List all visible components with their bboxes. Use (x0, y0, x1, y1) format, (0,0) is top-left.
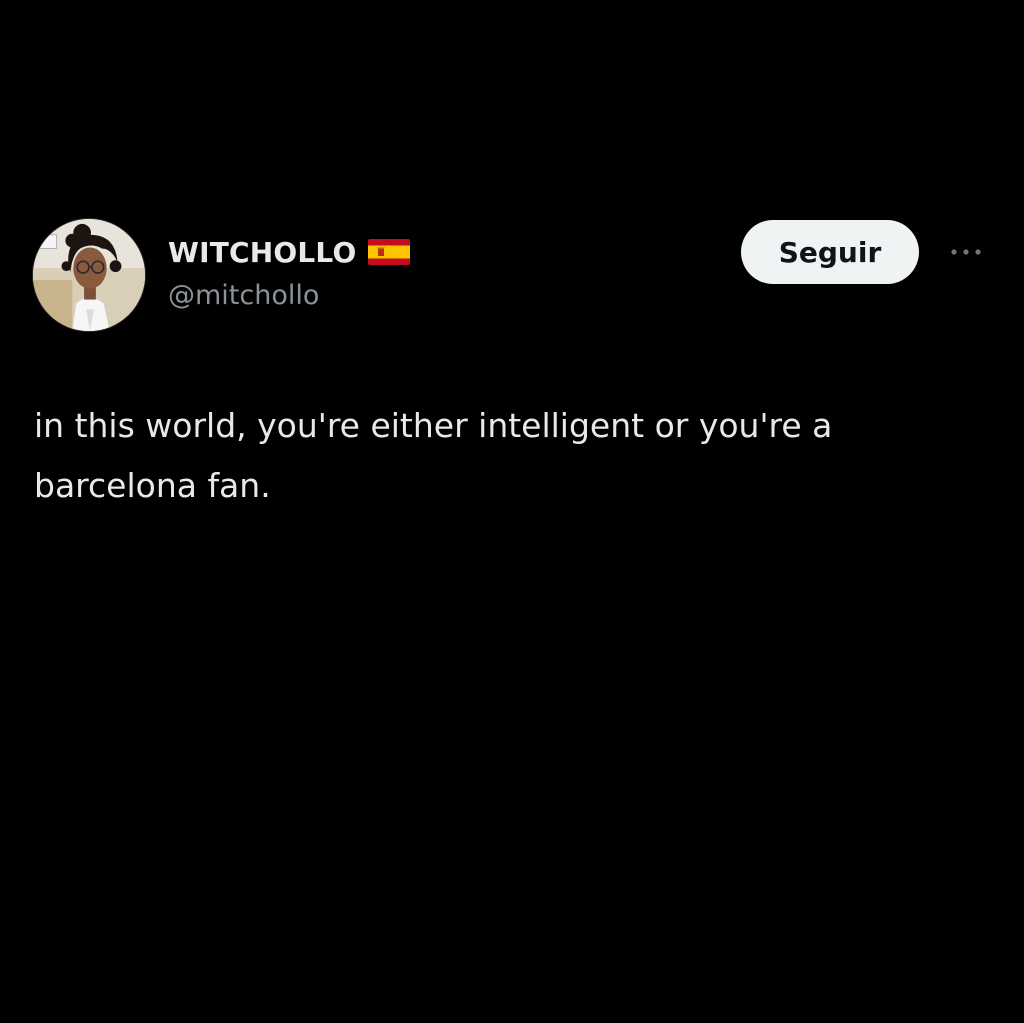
author-display-name[interactable]: WITCHOLLO (168, 236, 356, 269)
profile-photo-icon (33, 219, 145, 331)
follow-button[interactable]: Seguir (741, 220, 919, 284)
tweet-text: in this world, you're either intelligent… (34, 406, 833, 505)
more-options-button[interactable] (940, 236, 992, 268)
author-name-row: WITCHOLLO (168, 232, 411, 272)
spain-flag-icon (368, 239, 411, 265)
author-handle[interactable]: @mitchollo (168, 280, 319, 311)
tweet-card: WITCHOLLO @mitchollo Seguir in this worl… (0, 0, 1024, 1023)
more-options-icon (951, 249, 981, 255)
avatar[interactable] (32, 218, 146, 332)
